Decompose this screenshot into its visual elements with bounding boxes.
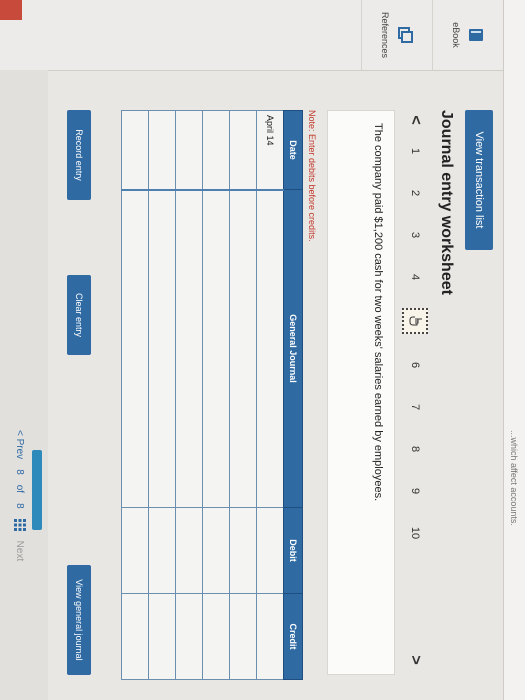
account-cell[interactable] [256, 189, 284, 508]
date-header: Date [283, 110, 303, 190]
references-label: References [380, 11, 390, 59]
date-cell[interactable] [229, 110, 257, 190]
question-nav: < Prev 8 of 8 Next [14, 430, 26, 561]
page-9[interactable]: 9 [409, 470, 421, 512]
record-entry-button[interactable]: Record entry [67, 110, 91, 200]
debit-cell[interactable] [175, 507, 203, 594]
view-general-journal-button[interactable]: View general journal [67, 565, 91, 675]
position-of: of [14, 484, 26, 494]
page-5-active[interactable] [402, 308, 428, 334]
book-icon [461, 26, 485, 44]
date-cell[interactable] [202, 110, 230, 190]
side-panel: eBook References [0, 0, 503, 71]
date-cell[interactable] [121, 110, 149, 190]
page-1[interactable]: 1 [409, 130, 421, 172]
credit-cell[interactable] [229, 593, 257, 680]
table-row [229, 110, 257, 680]
credit-cell[interactable] [121, 593, 149, 680]
debit-cell[interactable] [121, 507, 149, 594]
journal-table: Date General Journal Debit Credit April … [121, 110, 303, 680]
transaction-description: The company paid $1,200 cash for two wee… [327, 110, 395, 675]
account-cell[interactable] [202, 189, 230, 508]
credit-cell[interactable] [202, 593, 230, 680]
next-entry-arrow[interactable]: > [406, 650, 424, 670]
table-row [121, 110, 149, 680]
page-10[interactable]: 10 [409, 512, 421, 554]
prev-button[interactable]: < Prev [15, 430, 26, 459]
page-7[interactable]: 7 [409, 386, 421, 428]
date-cell[interactable]: April 14 [256, 110, 284, 190]
page-8[interactable]: 8 [409, 428, 421, 470]
references-icon [390, 26, 414, 44]
table-row: April 14 [256, 110, 284, 680]
general-journal-header: General Journal [283, 189, 303, 508]
page-4[interactable]: 4 [409, 256, 421, 298]
journal-header-row: Date General Journal Debit Credit [283, 110, 303, 680]
prev-entry-arrow[interactable]: < [406, 110, 424, 130]
next-button[interactable]: Next [15, 541, 26, 562]
clear-entry-button[interactable]: Clear entry [67, 275, 91, 355]
debit-cell[interactable] [229, 507, 257, 594]
references-button[interactable]: References [361, 0, 432, 70]
entry-actions: Record entry Clear entry View general jo… [61, 110, 91, 675]
entry-pager: < 1 2 3 4 6 7 8 9 10 > [401, 110, 429, 670]
credit-cell[interactable] [148, 593, 176, 680]
page-title: Journal entry worksheet [438, 110, 455, 295]
debit-header: Debit [283, 507, 303, 594]
hand-cursor-icon [407, 315, 424, 327]
page-2[interactable]: 2 [409, 172, 421, 214]
view-transaction-list-button[interactable]: View transaction list [465, 110, 493, 250]
credit-cell[interactable] [175, 593, 203, 680]
page-3[interactable]: 3 [409, 214, 421, 256]
footer-bar: < Prev 8 of 8 Next [0, 70, 48, 700]
account-cell[interactable] [121, 189, 149, 508]
main-content: View transaction list Journal entry work… [0, 70, 503, 700]
debits-note: Note: Enter debits before credits. [307, 110, 317, 242]
ebook-button[interactable]: eBook [432, 0, 503, 70]
account-cell[interactable] [148, 189, 176, 508]
rotated-screen: ...which affect accounts. eBook Referenc… [0, 0, 525, 700]
position-current: 8 [14, 469, 26, 475]
position-total: 8 [14, 503, 26, 509]
debit-cell[interactable] [148, 507, 176, 594]
footer-progress-strip [32, 450, 42, 530]
account-cell[interactable] [229, 189, 257, 508]
debit-cell[interactable] [202, 507, 230, 594]
grid-icon[interactable] [14, 518, 26, 531]
credit-cell[interactable] [256, 593, 284, 680]
top-strip: ...which affect accounts. [503, 0, 525, 700]
page-6[interactable]: 6 [409, 344, 421, 386]
date-cell[interactable] [175, 110, 203, 190]
credit-header: Credit [283, 593, 303, 680]
table-row [175, 110, 203, 680]
table-row [148, 110, 176, 680]
corner-logo-fragment [0, 0, 22, 20]
ebook-label: eBook [451, 22, 461, 48]
account-cell[interactable] [175, 189, 203, 508]
table-row [202, 110, 230, 680]
debit-cell[interactable] [256, 507, 284, 594]
top-strip-text: ...which affect accounts. [509, 430, 520, 526]
date-cell[interactable] [148, 110, 176, 190]
